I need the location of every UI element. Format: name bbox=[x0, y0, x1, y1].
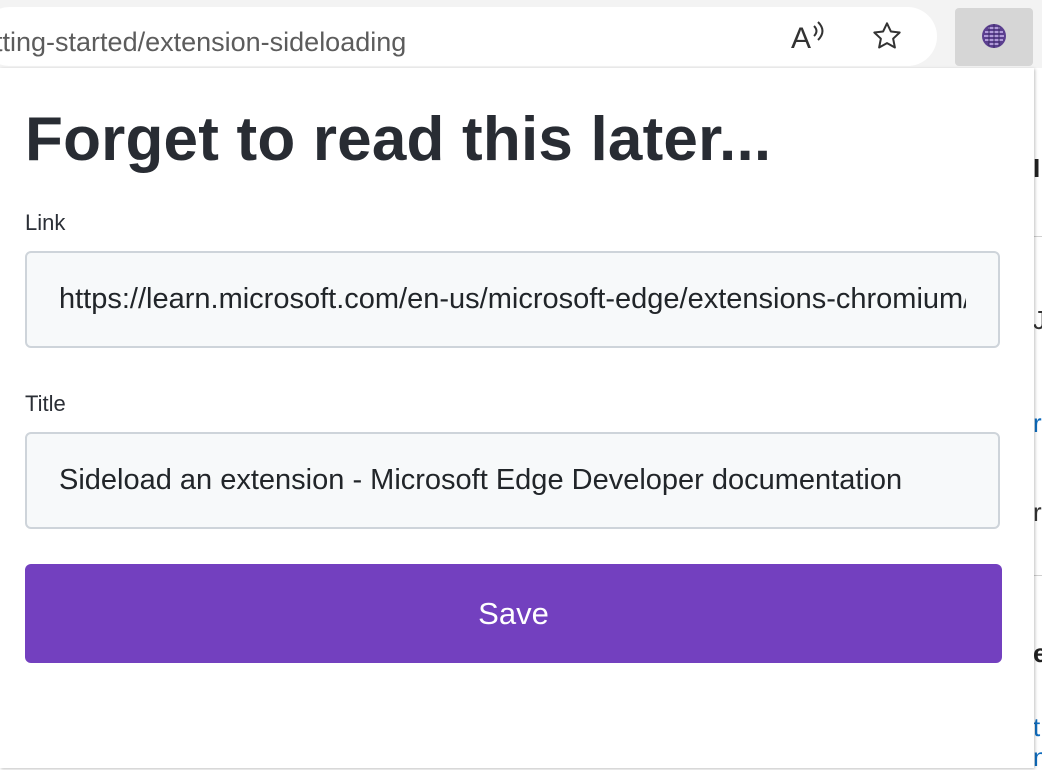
star-icon[interactable] bbox=[869, 18, 905, 54]
background-text-fragment: r bbox=[1033, 497, 1042, 527]
address-url[interactable]: etting-started/extension-sideloading bbox=[0, 27, 406, 58]
background-divider bbox=[1034, 575, 1042, 576]
background-link-fragment[interactable]: t bbox=[1033, 712, 1040, 743]
extension-popup: Forget to read this later... Link Title … bbox=[0, 68, 1034, 768]
link-input[interactable] bbox=[25, 251, 1000, 348]
save-button[interactable]: Save bbox=[25, 564, 1002, 663]
background-divider bbox=[1034, 236, 1042, 237]
background-text-fragment: J bbox=[1033, 305, 1042, 335]
background-link-fragment[interactable]: r bbox=[1033, 408, 1042, 439]
title-input[interactable] bbox=[25, 432, 1000, 529]
svg-text:A: A bbox=[791, 22, 811, 52]
browser-toolbar: etting-started/extension-sideloading A bbox=[0, 0, 1042, 69]
background-link-fragment[interactable]: n bbox=[1033, 742, 1042, 770]
extension-icon bbox=[979, 20, 1009, 55]
link-label: Link bbox=[25, 210, 66, 235]
browser-window: etting-started/extension-sideloading A I… bbox=[0, 0, 1042, 770]
background-text-fragment: e bbox=[1033, 638, 1042, 668]
extension-button[interactable] bbox=[955, 8, 1033, 66]
read-aloud-icon[interactable]: A bbox=[790, 18, 826, 54]
title-label: Title bbox=[25, 391, 66, 416]
popup-title: Forget to read this later... bbox=[25, 105, 772, 174]
background-text-fragment: I bbox=[1033, 153, 1041, 183]
